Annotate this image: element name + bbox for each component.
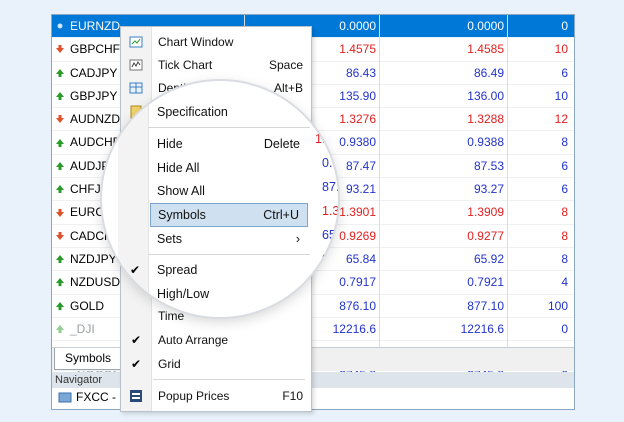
ask-cell: 1.4585 [467,42,504,57]
ask-cell: 65.92 [473,251,504,266]
ask-cell: 1.3909 [467,205,504,220]
spread-cell: 6 [561,158,568,173]
column-divider [507,15,508,347]
spread-cell: 0 [561,321,568,336]
spread-cell: 8 [561,228,568,243]
spread-cell: 0 [561,19,568,33]
chart-window-icon [129,36,143,48]
symbol-name: EURNZD [70,19,120,33]
zoom-menu-item-show-all[interactable]: Show All [118,180,328,202]
magnifier-content: 1.3276 0.9380 87.47 1.3901 65.84 0.7917 … [102,81,338,317]
symbol-name: _DJI [70,321,95,336]
spread-cell: 6 [561,65,568,80]
spread-cell: 10 [554,42,568,57]
menu-separator [153,379,305,380]
zoom-menu-item-sets[interactable]: Sets › [118,228,328,250]
tick-chart-icon [129,59,143,71]
menu-item-chart-window[interactable]: Chart Window [121,31,311,53]
up-arrow-icon [56,325,64,333]
menu-item-grid[interactable]: ✔ Grid [121,353,311,375]
menu-separator [148,127,310,128]
ask-cell: 877.10 [467,298,504,313]
zoom-menu-item-specification[interactable]: Specification [118,101,328,123]
ask-cell: 93.27 [473,182,504,197]
spread-cell: 4 [561,275,568,290]
down-arrow-icon [56,231,64,240]
up-arrow-icon [56,161,64,170]
ask-cell: 1.3288 [467,112,504,127]
navigator-item[interactable]: FXCC - [58,390,116,404]
spread-cell: 8 [561,205,568,220]
up-arrow-icon [56,185,64,194]
spread-cell: 100 [547,298,568,313]
menu-item-auto-arrange[interactable]: ✔ Auto Arrange [121,329,311,351]
up-arrow-icon [56,92,64,101]
checkmark-icon: ✔ [130,333,142,347]
ask-cell: 86.49 [473,65,504,80]
ask-cell: 136.00 [467,88,504,103]
up-arrow-icon [56,255,64,264]
checkmark-icon: ✔ [130,263,141,277]
down-arrow-icon [56,208,64,217]
up-arrow-icon [56,278,64,287]
zoom-menu-item-high-low[interactable]: High/Low [118,283,328,305]
menu-item-tick-chart[interactable]: Tick Chart Space [121,54,311,76]
checkmark-icon: ✔ [130,357,142,371]
tab-symbols[interactable]: Symbols [54,348,122,370]
up-arrow-icon [56,68,64,77]
up-arrow-icon [56,301,64,310]
folder-icon [58,392,72,403]
bullet-icon [57,23,63,29]
zoom-menu-item-hide-all[interactable]: Hide All [118,157,328,179]
symbol-name: GBPCHF [70,42,121,57]
menu-separator [148,254,310,255]
submenu-arrow-icon: › [295,232,300,246]
zoom-menu-item-spread[interactable]: ✔ Spread [118,259,328,281]
magnifier-lens: 1.3276 0.9380 87.47 1.3901 65.84 0.7917 … [102,81,338,317]
spread-cell: 8 [561,135,568,150]
popup-prices-icon [130,390,142,402]
navigator-item-label: FXCC - [76,390,116,404]
zoom-menu-item-hide[interactable]: Hide Delete [118,133,328,155]
ask-cell: 0.9277 [467,228,504,243]
spread-cell: 10 [554,88,568,103]
spread-cell: 12 [554,112,568,127]
ask-cell: 0.9388 [467,135,504,150]
ask-cell: 12216.6 [460,321,504,336]
magnified-bid: 1.3901 [322,204,338,218]
up-arrow-icon [56,138,64,147]
zoom-menu-item-symbols[interactable]: Symbols Ctrl+U [150,203,308,227]
spread-cell: 6 [561,182,568,197]
menu-item-popup-prices[interactable]: Popup Prices F10 [121,385,311,407]
spread-cell: 8 [561,251,568,266]
ask-cell: 0.0000 [467,19,504,33]
symbol-name: GOLD [70,298,105,313]
ask-cell: 87.53 [473,158,504,173]
down-arrow-icon [56,45,64,54]
ask-cell: 0.7921 [467,275,504,290]
column-divider [379,15,380,347]
down-arrow-icon [56,115,64,124]
